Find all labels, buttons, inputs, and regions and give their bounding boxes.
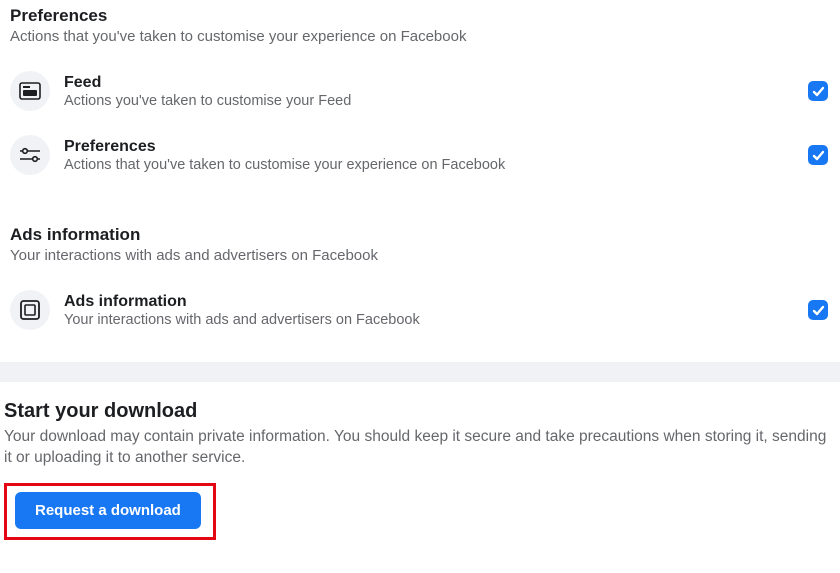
sliders-icon: [10, 135, 50, 175]
item-ads[interactable]: Ads information Your interactions with a…: [10, 282, 830, 346]
download-title: Start your download: [4, 400, 836, 423]
item-subtitle: Actions that you've taken to customise y…: [64, 157, 808, 173]
ads-icon: [10, 290, 50, 330]
section-subtitle: Actions that you've taken to customise y…: [10, 28, 830, 45]
check-icon: [812, 304, 825, 317]
item-title: Feed: [64, 74, 808, 92]
item-title: Ads information: [64, 293, 808, 311]
item-preferences[interactable]: Preferences Actions that you've taken to…: [10, 127, 830, 191]
check-icon: [812, 149, 825, 162]
item-text: Preferences Actions that you've taken to…: [64, 138, 808, 173]
feed-icon: [10, 71, 50, 111]
check-icon: [812, 85, 825, 98]
highlight-annotation: Request a download: [4, 483, 216, 540]
request-download-button[interactable]: Request a download: [15, 492, 201, 529]
section-subtitle: Your interactions with ads and advertise…: [10, 247, 830, 264]
item-feed[interactable]: Feed Actions you've taken to customise y…: [10, 63, 830, 127]
section-preferences: Preferences Actions that you've taken to…: [0, 0, 840, 207]
section-title: Ads information: [10, 225, 830, 245]
section-ads: Ads information Your interactions with a…: [0, 207, 840, 362]
checkbox-ads[interactable]: [808, 300, 828, 320]
checkbox-feed[interactable]: [808, 81, 828, 101]
item-text: Ads information Your interactions with a…: [64, 293, 808, 328]
item-subtitle: Actions you've taken to customise your F…: [64, 93, 808, 109]
checkbox-preferences[interactable]: [808, 145, 828, 165]
download-subtitle: Your download may contain private inform…: [4, 427, 836, 469]
item-title: Preferences: [64, 138, 808, 156]
divider: [0, 362, 840, 382]
section-download: Start your download Your download may co…: [0, 382, 840, 558]
item-subtitle: Your interactions with ads and advertise…: [64, 312, 808, 328]
item-text: Feed Actions you've taken to customise y…: [64, 74, 808, 109]
section-title: Preferences: [10, 6, 830, 26]
